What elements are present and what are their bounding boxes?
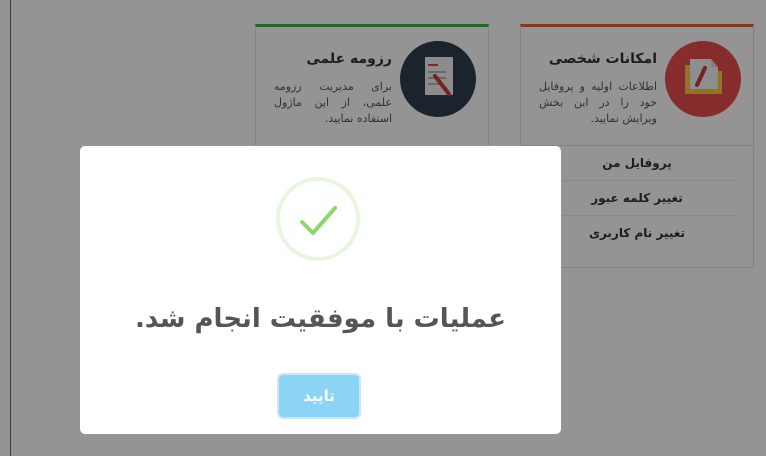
screen: رزومه علمی برای مدیریت رزومه علمی، از ای… — [0, 0, 766, 456]
confirm-button[interactable]: تایید — [279, 375, 359, 417]
success-modal: عملیات با موفقیت انجام شد. تایید — [80, 146, 561, 434]
success-message: عملیات با موفقیت انجام شد. — [134, 304, 506, 334]
success-check-icon — [276, 177, 360, 261]
